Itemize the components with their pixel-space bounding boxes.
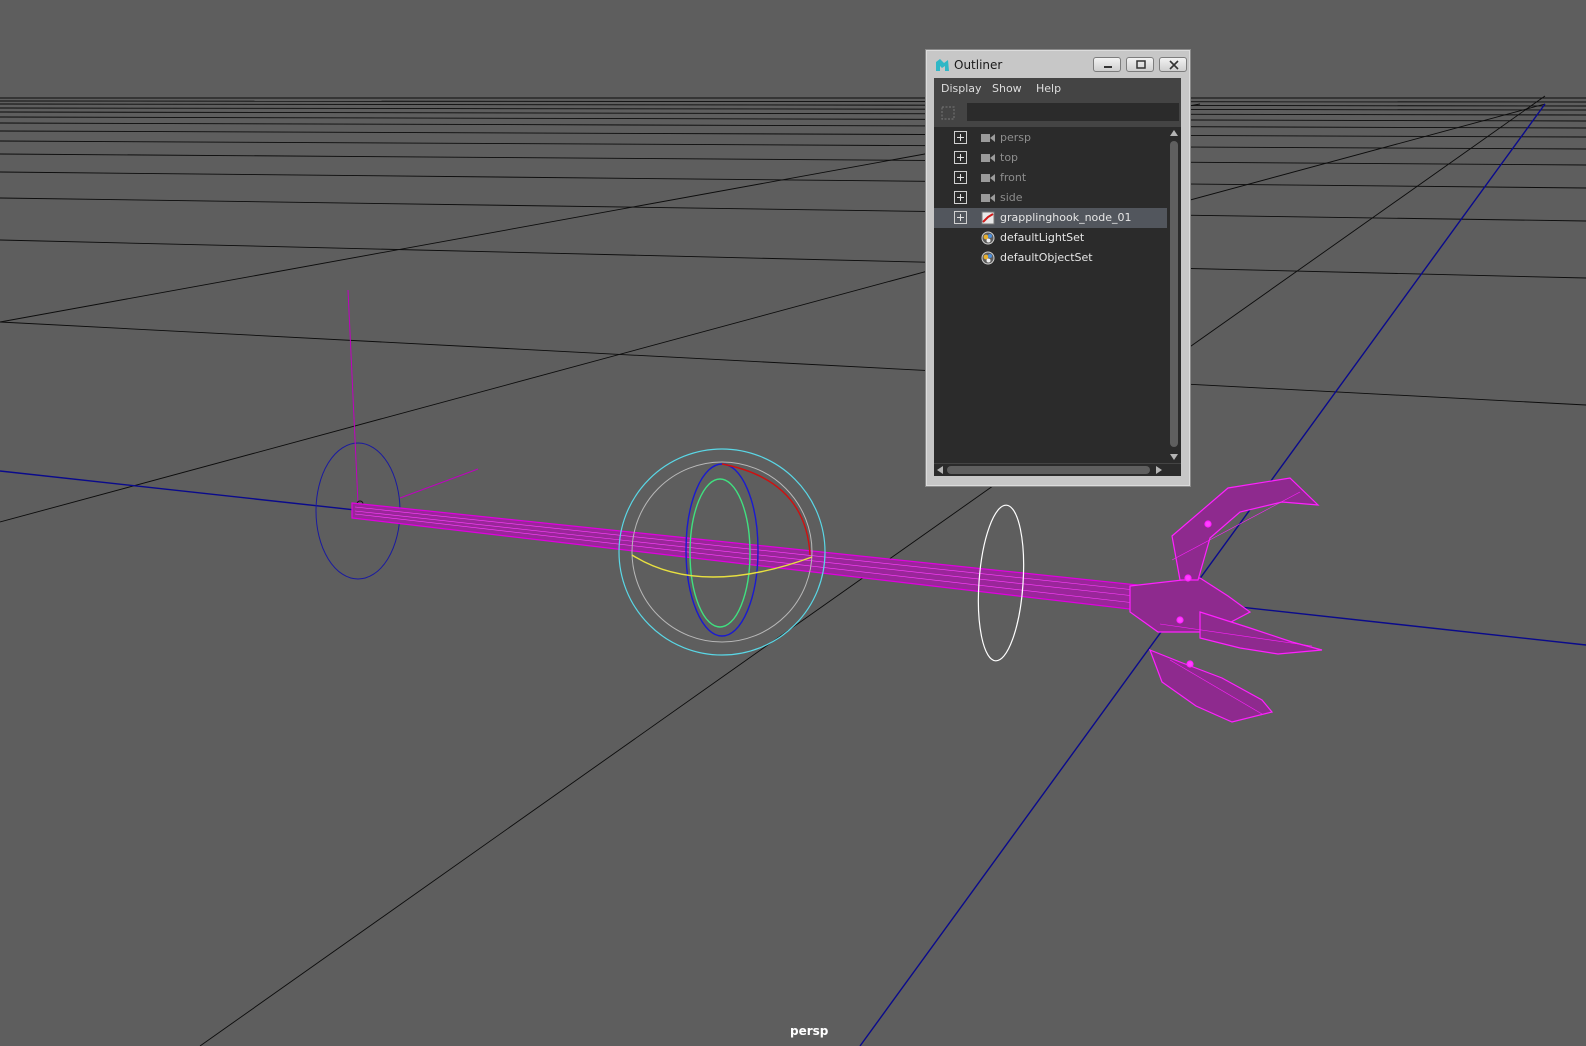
claw-upper[interactable]: [1171, 477, 1320, 581]
claw-joint-b[interactable]: [1184, 574, 1192, 582]
outliner-item[interactable]: grapplinghook_node_01: [934, 208, 1167, 228]
outliner-item-label: defaultObjectSet: [1000, 251, 1093, 264]
perspective-viewport[interactable]: persp: [0, 0, 1586, 1046]
outliner-item[interactable]: side: [934, 188, 1167, 208]
grid-line: [0, 116, 1586, 122]
outliner-item-label: front: [1000, 171, 1027, 184]
viewport-scene[interactable]: [0, 0, 1586, 1046]
outliner-search-input[interactable]: [967, 103, 1179, 121]
grid-line: [0, 103, 1546, 523]
minimize-icon: [1104, 66, 1112, 68]
grid-line: [0, 140, 1586, 150]
grid-line: [0, 122, 1586, 129]
set-icon: [981, 251, 995, 265]
minimize-button[interactable]: [1093, 57, 1121, 72]
claw-joint-a[interactable]: [1204, 520, 1212, 528]
expand-icon[interactable]: [954, 191, 967, 204]
horizontal-scrollbar[interactable]: [934, 464, 1181, 476]
claw-joint-d[interactable]: [1186, 660, 1194, 668]
outliner-filter-row: [934, 100, 1181, 126]
vertical-scroll-thumb[interactable]: [1170, 141, 1178, 447]
menu-help[interactable]: Help: [1036, 82, 1061, 95]
vertical-scrollbar[interactable]: [1167, 127, 1181, 463]
scroll-down-icon[interactable]: [1170, 454, 1178, 460]
outliner-item[interactable]: defaultLightSet: [934, 228, 1167, 248]
grid-line: [0, 197, 1586, 222]
outliner-title: Outliner: [954, 58, 1003, 72]
scroll-up-icon[interactable]: [1170, 130, 1178, 136]
restore-button[interactable]: [1126, 57, 1154, 72]
outliner-item[interactable]: defaultObjectSet: [934, 248, 1167, 268]
outliner-titlebar[interactable]: Outliner: [926, 50, 1190, 78]
grid-line: [0, 321, 1586, 406]
grid-line: [0, 171, 1586, 189]
camera-icon: [981, 194, 995, 202]
claw-lower[interactable]: [1148, 648, 1274, 723]
group-node-icon: [981, 211, 995, 225]
camera-icon: [981, 134, 995, 142]
claw-head[interactable]: [1129, 477, 1323, 723]
outliner-menubar: Display Show Help: [934, 78, 1181, 100]
camera-name-label: persp: [790, 1024, 829, 1038]
restore-icon: [1136, 60, 1146, 69]
rear-joint-aim-line: [399, 468, 479, 499]
grid-line: [0, 103, 1586, 107]
camera-icon: [981, 174, 995, 182]
outliner-item-label: grapplinghook_node_01: [1000, 211, 1132, 224]
rear-joint-up-line: [347, 289, 359, 504]
outliner-item-label: persp: [1000, 131, 1031, 144]
close-icon: [1169, 60, 1179, 70]
camera-icon: [981, 154, 995, 162]
claw-joint-c[interactable]: [1176, 616, 1184, 624]
filter-icon[interactable]: [941, 106, 955, 120]
expand-icon[interactable]: [954, 151, 967, 164]
outliner-item[interactable]: persp: [934, 128, 1167, 148]
close-button[interactable]: [1159, 57, 1187, 72]
grid-line: [0, 153, 1586, 166]
outliner-item[interactable]: front: [934, 168, 1167, 188]
outliner-item-label: top: [1000, 151, 1019, 164]
ground-grid: [0, 95, 1586, 1046]
grid-line: [0, 130, 1586, 138]
expand-icon[interactable]: [954, 171, 967, 184]
menu-display[interactable]: Display: [941, 82, 982, 95]
outliner-body: Display Show Help persp top front side grapp…: [934, 78, 1181, 476]
scroll-right-icon[interactable]: [1156, 466, 1162, 474]
grid-line: [0, 111, 1586, 116]
expand-icon[interactable]: [954, 131, 967, 144]
maya-logo-icon: [936, 59, 949, 71]
outliner-window[interactable]: Outliner Display Show Help persp top front…: [925, 49, 1191, 487]
grid-line: [0, 107, 1586, 111]
outliner-item-label: side: [1000, 191, 1023, 204]
claw-middle[interactable]: [1199, 611, 1323, 655]
grid-line: [0, 100, 1586, 103]
outliner-tree: persp top front side grapplinghook_node_01de…: [934, 127, 1167, 463]
outliner-item[interactable]: top: [934, 148, 1167, 168]
set-icon: [981, 231, 995, 245]
grid-line: [0, 239, 1586, 279]
expand-icon[interactable]: [954, 211, 967, 224]
menu-show[interactable]: Show: [992, 82, 1022, 95]
horizontal-scroll-thumb[interactable]: [947, 466, 1150, 474]
outliner-item-label: defaultLightSet: [1000, 231, 1085, 244]
scroll-left-icon[interactable]: [937, 466, 943, 474]
rotate-red-arc[interactable]: [721, 463, 811, 556]
